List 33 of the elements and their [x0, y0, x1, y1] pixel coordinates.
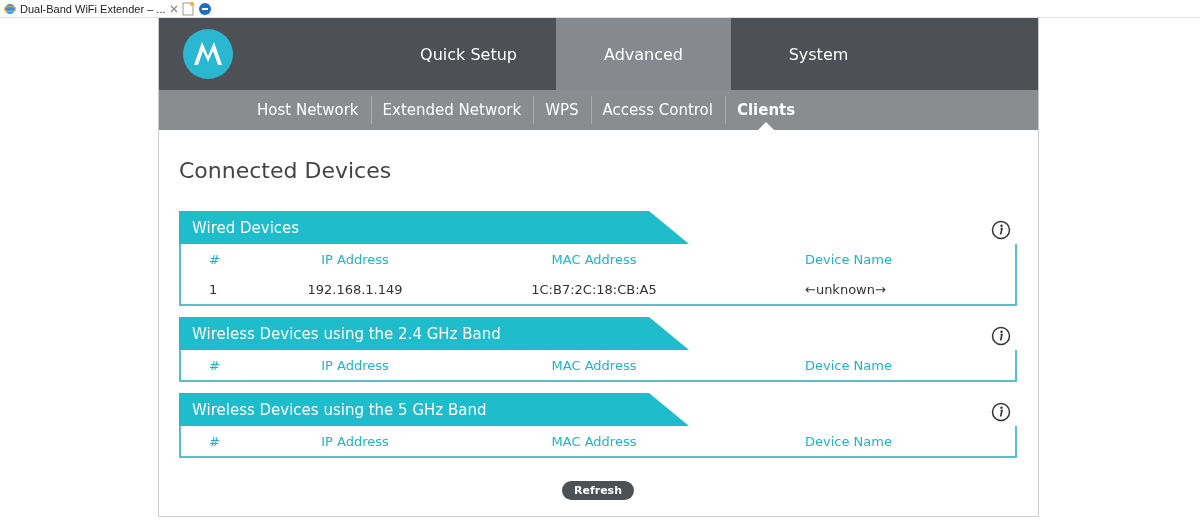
column-header: MAC Address	[550, 357, 638, 373]
browser-icon	[4, 2, 16, 15]
column-header: IP Address	[320, 251, 390, 267]
column-header: Device Name	[804, 433, 893, 449]
column-header: IP Address	[320, 357, 390, 373]
nav-tab[interactable]: System	[731, 18, 906, 90]
column-header: Device Name	[804, 251, 893, 267]
column-header: #	[208, 433, 221, 449]
column-header: MAC Address	[550, 251, 638, 267]
refresh-button[interactable]: Refresh	[562, 481, 634, 500]
section-header: Wired Devices	[179, 211, 689, 244]
nav-tab[interactable]: Advanced	[556, 18, 731, 90]
column-header: Device Name	[804, 357, 893, 373]
page-title: Connected Devices	[179, 158, 393, 183]
column-header: #	[208, 357, 221, 373]
browser-icon[interactable]	[197, 1, 212, 16]
table-cell-text: 1C:B7:2C:18:CB:A5	[530, 281, 658, 297]
info-icon[interactable]	[991, 402, 1011, 422]
browser-tab-title[interactable]: Dual-Band WiFi Extender – ...	[20, 2, 166, 15]
section-header: Wireless Devices using the 2.4 GHz Band	[179, 317, 689, 350]
column-header: #	[208, 251, 221, 267]
column-header: IP Address	[320, 433, 390, 449]
section-header: Wireless Devices using the 5 GHz Band	[179, 393, 689, 426]
table-cell-text: 1	[208, 281, 219, 297]
nav-tab[interactable]: Quick Setup	[381, 18, 556, 90]
info-icon[interactable]	[991, 326, 1011, 346]
table-cell-text: ←unknown→	[804, 281, 887, 297]
close-icon[interactable]	[169, 4, 178, 13]
column-header: MAC Address	[550, 433, 638, 449]
logo-icon	[183, 29, 233, 79]
subnav-tab[interactable]: Host Network	[245, 90, 371, 130]
info-icon[interactable]	[991, 220, 1011, 240]
table-cell-text: 192.168.1.149	[306, 281, 404, 297]
